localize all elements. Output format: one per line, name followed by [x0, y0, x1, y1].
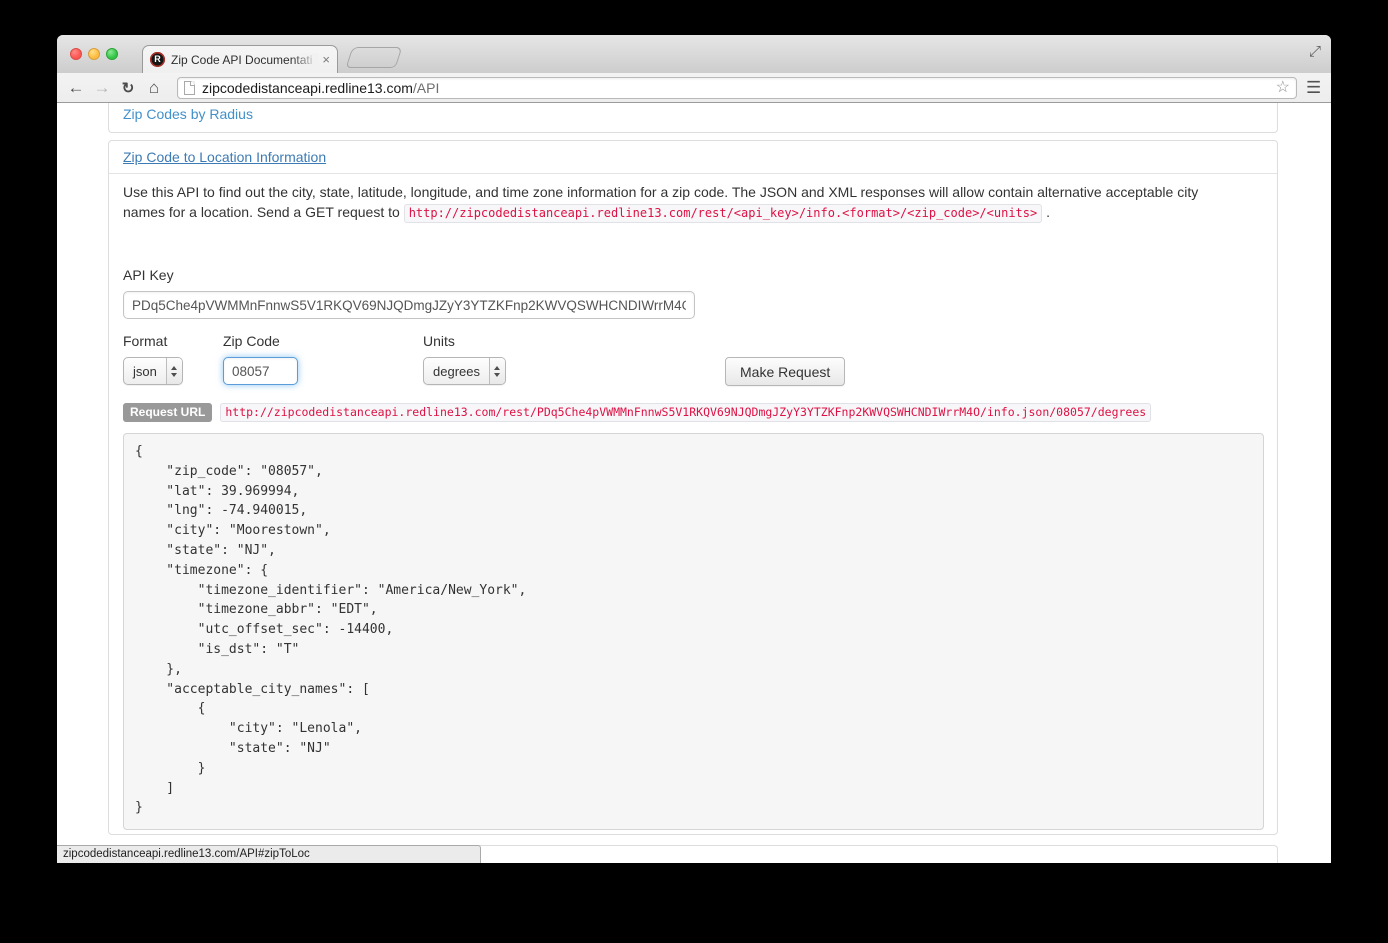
tab-close-icon[interactable]: × [322, 53, 330, 66]
titlebar: R Zip Code API Documentati × ⤢ [57, 35, 1331, 73]
units-select-value: degrees [433, 363, 480, 379]
request-url-code: http://zipcodedistanceapi.redline13.com/… [220, 403, 1152, 422]
url-bar[interactable]: zipcodedistanceapi.redline13.com/API ☆ [177, 76, 1297, 99]
format-select[interactable]: json [123, 357, 183, 385]
page-content: Zip Codes by Radius Zip Code to Location… [57, 103, 1331, 863]
make-request-button[interactable]: Make Request [725, 357, 846, 386]
panel-zip-codes-by-radius: Zip Codes by Radius [108, 103, 1278, 133]
request-url-badge: Request URL [123, 403, 213, 422]
units-select[interactable]: degrees [423, 357, 506, 385]
tab-title: Zip Code API Documentati [171, 52, 319, 67]
home-icon[interactable]: ⌂ [141, 78, 167, 98]
browser-tab[interactable]: R Zip Code API Documentati × [142, 45, 338, 73]
site-favicon: R [150, 52, 165, 67]
screenshot-canvas: R Zip Code API Documentati × ⤢ ← → ↻ ⌂ z… [0, 0, 1388, 943]
panel-zip-to-location: Zip Code to Location Information Use thi… [108, 140, 1278, 835]
minimize-window-button[interactable] [88, 48, 100, 60]
request-url-row: Request URL http://zipcodedistanceapi.re… [123, 403, 1152, 422]
new-tab-button[interactable] [345, 47, 403, 68]
reload-icon[interactable]: ↻ [115, 79, 141, 97]
back-icon[interactable]: ← [63, 78, 89, 98]
units-label: Units [423, 333, 455, 349]
api-description: Use this API to find out the city, state… [123, 183, 1243, 223]
format-label: Format [123, 333, 168, 349]
url-text: zipcodedistanceapi.redline13.com/API [202, 80, 1276, 96]
panel-body: Use this API to find out the city, state… [109, 175, 1277, 834]
api-key-input[interactable] [123, 291, 695, 319]
fullscreen-icon[interactable]: ⤢ [1309, 43, 1321, 60]
menu-icon[interactable]: ☰ [1306, 78, 1321, 98]
browser-window: R Zip Code API Documentati × ⤢ ← → ↻ ⌂ z… [57, 35, 1331, 863]
url-domain: zipcodedistanceapi.redline13.com [202, 79, 413, 96]
format-select-value: json [133, 363, 157, 379]
page-icon [184, 80, 195, 95]
json-response-block: { "zip_code": "08057", "lat": 39.969994,… [123, 433, 1264, 830]
zip-code-input[interactable] [223, 357, 298, 385]
description-line1: Use this API to find out the city, state… [123, 184, 1199, 200]
close-window-button[interactable] [70, 48, 82, 60]
zip-code-label: Zip Code [223, 333, 280, 349]
endpoint-code: http://zipcodedistanceapi.redline13.com/… [403, 203, 1043, 223]
browser-toolbar: ← → ↻ ⌂ zipcodedistanceapi.redline13.com… [57, 73, 1331, 103]
select-stepper-icon [488, 358, 505, 384]
forward-icon[interactable]: → [89, 78, 115, 98]
bookmark-star-icon[interactable]: ☆ [1276, 79, 1290, 96]
link-zip-codes-by-radius[interactable]: Zip Codes by Radius [123, 106, 253, 122]
link-zip-to-location-information[interactable]: Zip Code to Location Information [123, 149, 326, 165]
zoom-window-button[interactable] [106, 48, 118, 60]
status-bar: zipcodedistanceapi.redline13.com/API#zip… [57, 845, 481, 863]
api-key-label: API Key [123, 267, 174, 283]
url-path: /API [412, 79, 440, 96]
select-stepper-icon [165, 358, 182, 384]
panel-heading: Zip Code to Location Information [109, 141, 1277, 174]
description-line2: names for a location. Send a GET request… [123, 203, 1243, 224]
